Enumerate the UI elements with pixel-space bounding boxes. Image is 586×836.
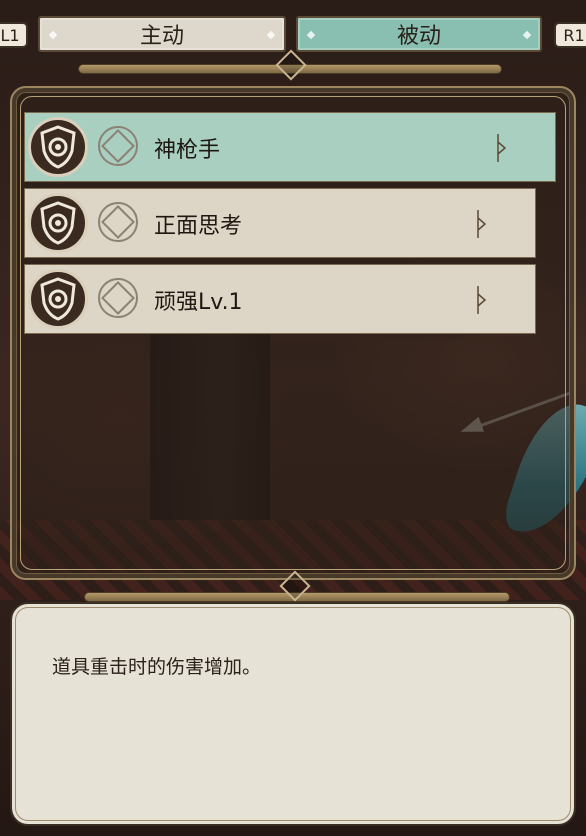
empty-slot-icon (96, 200, 140, 244)
marker-icon (477, 210, 486, 238)
marker-icon (477, 286, 486, 314)
empty-slot-icon (96, 276, 140, 320)
tab-ornament-icon (266, 30, 276, 40)
skill-name: 顽强Lv.1 (154, 290, 243, 315)
tab-passive[interactable]: 被动 (296, 16, 542, 52)
r1-button[interactable]: R1 (554, 22, 586, 48)
skill-name: 神枪手 (154, 138, 221, 163)
description-panel (10, 602, 576, 826)
skill-row-2[interactable]: 正面思考 (24, 188, 536, 258)
tab-passive-label: 被动 (396, 24, 441, 49)
shield-icon (28, 269, 88, 329)
tab-ornament-icon (522, 30, 532, 40)
marker-icon (497, 134, 506, 162)
shield-icon (28, 193, 88, 253)
skill-row-3[interactable]: 顽强Lv.1 (24, 264, 536, 334)
l1-button[interactable]: L1 (0, 22, 28, 48)
empty-slot-icon (96, 124, 140, 168)
skill-name: 正面思考 (154, 214, 243, 239)
shield-icon (28, 117, 88, 177)
tab-active-label: 主动 (139, 24, 184, 49)
tab-ornament-icon (48, 30, 58, 40)
description-text: 道具重击时的伤害增加。 (52, 656, 262, 678)
tab-ornament-icon (306, 30, 316, 40)
tab-active[interactable]: 主动 (38, 16, 286, 52)
skill-row-1[interactable]: 神枪手 (24, 112, 556, 182)
